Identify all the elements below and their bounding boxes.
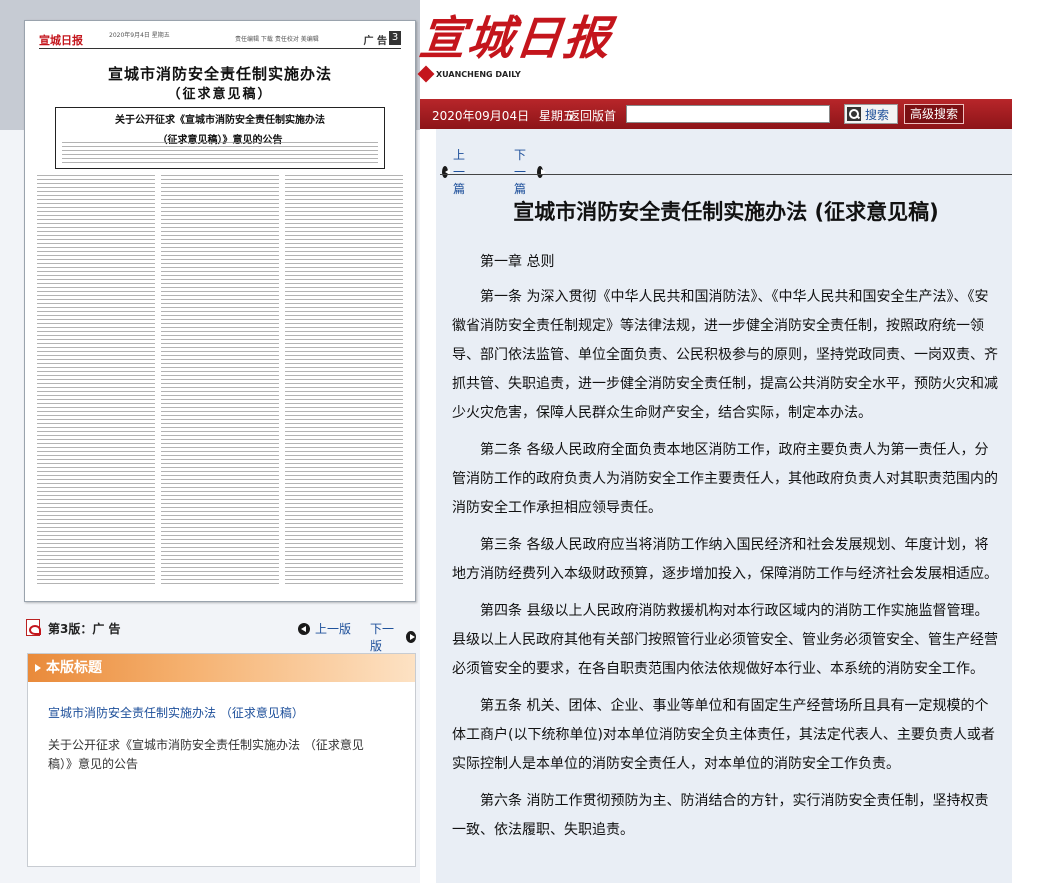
arrow-right-icon (405, 631, 416, 643)
thumbnail-column-2 (161, 175, 279, 585)
article-paragraph: 第五条 机关、团体、企业、事业等单位和有固定生产经营场所且具有一定规模的个体工商… (452, 698, 995, 772)
arrow-left-icon (298, 622, 310, 635)
thumbnail-logo: 宣城日报 (39, 34, 83, 47)
thumbnail-column-3 (285, 175, 403, 585)
prev-article-label: 上一篇 (453, 148, 466, 196)
toc-header: 本版标题 (28, 654, 415, 682)
search-icon (847, 107, 861, 121)
thumbnail-header: 宣城日报 2020年9月4日 星期五 责任编辑 下载 责任校对 美编辑 广 告 … (39, 31, 401, 49)
thumbnail-title: 宣城市消防安全责任制实施办法 (107, 65, 332, 83)
article-paragraph: 第二条 各级人民政府全面负责本地区消防工作，政府主要负责人为第一责任人，分管消防… (452, 442, 998, 516)
thumbnail-page-number: 3 (389, 31, 401, 45)
arrow-right-icon (537, 165, 547, 178)
article-title: 宣城市消防安全责任制实施办法 (征求意见稿) (513, 200, 939, 224)
article-paragraph: 第三条 各级人民政府应当将消防工作纳入国民经济和社会发展规划、年度计划，将地方消… (452, 537, 998, 582)
search-input[interactable] (626, 105, 830, 123)
newspaper-logo: 宣城日报 (416, 11, 615, 65)
next-page-button[interactable]: 下一版 (370, 620, 416, 654)
thumbnail-section: 广 告 (363, 36, 387, 47)
toolbar: 2020年09月04日 星期五 返回版首 搜索 高级搜索 (420, 99, 1012, 129)
logo-sub-text: XUANCHENG DAILY (436, 69, 521, 79)
prev-page-label: 上一版 (315, 622, 352, 636)
article-paragraph: 第一条 为深入贯彻《中华人民共和国消防法》、《中华人民共和国安全生产法》、《安徽… (452, 289, 998, 421)
date-value: 2020年09月04日 (432, 109, 530, 123)
thumbnail-notice-box: 关于公开征求《宣城市消防安全责任制实施办法 （征求意见稿）》意见的公告 (55, 107, 385, 169)
divider (440, 174, 1012, 175)
next-page-label: 下一版 (370, 622, 395, 653)
thumbnail-notice-title-1: 关于公开征求《宣城市消防安全责任制实施办法 (115, 115, 325, 126)
article-chapter: 第一章 总则 (480, 254, 555, 270)
toc-item-1[interactable]: 宣城市消防安全责任制实施办法 （征求意见稿） (48, 704, 379, 723)
article-paragraph: 第六条 消防工作贯彻预防为主、防消结合的方针，实行消防安全责任制，坚持权责一致、… (452, 793, 989, 838)
thumbnail-notice-text (62, 142, 378, 166)
thumbnail-subtitle: （征求意见稿） (167, 87, 273, 102)
advanced-search-button[interactable]: 高级搜索 (904, 104, 964, 124)
arrow-left-icon (442, 165, 450, 178)
toc-box: 本版标题 宣城市消防安全责任制实施办法 （征求意见稿） 关于公开征求《宣城市消防… (27, 653, 416, 867)
next-article-button[interactable]: 下一篇 (514, 146, 547, 197)
page-caption-row: 第3版：广 告 上一版 下一版 (24, 618, 416, 653)
page-thumbnail[interactable]: 宣城日报 2020年9月4日 星期五 责任编辑 下载 责任校对 美编辑 广 告 … (24, 20, 416, 602)
pdf-icon[interactable] (26, 619, 41, 636)
logo-mark-icon (417, 65, 435, 83)
toc-item-2[interactable]: 关于公开征求《宣城市消防安全责任制实施办法 （征求意见稿）》意见的公告 (48, 736, 379, 774)
next-article-label: 下一篇 (514, 148, 527, 196)
toolbar-date: 2020年09月04日 星期五 (432, 107, 575, 124)
search-button[interactable]: 搜索 (844, 104, 898, 124)
back-to-front-link[interactable]: 返回版首 (568, 107, 616, 124)
article-paragraph: 第四条 县级以上人民政府消防救援机构对本行政区域内的消防工作实施监督管理。县级以… (452, 603, 998, 677)
search-label: 搜索 (865, 107, 890, 122)
prev-page-button[interactable]: 上一版 (298, 620, 351, 637)
thumbnail-editor: 责任编辑 下载 责任校对 美编辑 (235, 36, 319, 43)
article-body: 第一章 总则 第一条 为深入贯彻《中华人民共和国消防法》、《中华人民共和国安全生… (452, 248, 1000, 853)
thumbnail-date: 2020年9月4日 星期五 (109, 32, 199, 40)
page-caption-label: 第3版：广 告 (48, 622, 121, 636)
thumbnail-column-1 (37, 175, 155, 585)
thumbnail-header-date: 2020年9月4日 星期五 (109, 32, 170, 39)
prev-article-button[interactable]: 上一篇 (442, 146, 471, 197)
newspaper-logo-sub: XUANCHENG DAILY (417, 65, 521, 83)
